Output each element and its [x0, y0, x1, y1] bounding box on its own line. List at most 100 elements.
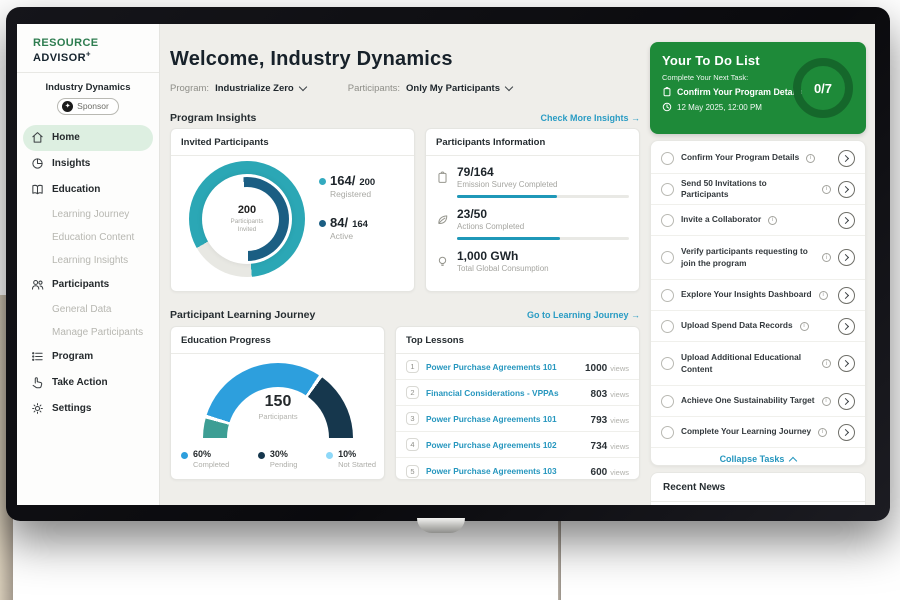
sidebar-item-program[interactable]: Program [17, 344, 159, 370]
app-logo[interactable]: RESOURCE ADVISOR+ [17, 24, 159, 73]
info-icon[interactable]: i [822, 253, 831, 262]
lesson-link[interactable]: Power Purchase Agreements 103 [426, 466, 584, 476]
survey-icon [436, 171, 449, 184]
education-progress-card: Education Progress 150 Participants 60% … [170, 326, 385, 480]
program-dropdown[interactable]: Program: Industrialize Zero [170, 83, 306, 94]
home-icon [31, 131, 44, 144]
progress-fill [457, 237, 560, 240]
info-icon[interactable]: i [806, 154, 815, 163]
sidebar-item-education[interactable]: Education [17, 177, 159, 203]
info-icon[interactable]: i [800, 322, 809, 331]
progress-track [457, 195, 629, 198]
task-open-button[interactable] [838, 181, 855, 198]
org-name: Industry Dynamics [17, 82, 159, 93]
sponsor-icon: ✦ [62, 101, 73, 112]
task-checkbox[interactable] [661, 289, 674, 302]
task-open-button[interactable] [838, 212, 855, 229]
sidebar-item-take-action[interactable]: Take Action [17, 370, 159, 396]
photo-background: RESOURCE ADVISOR+ Industry Dynamics ✦ Sp… [0, 0, 900, 600]
task-row: Verify participants requesting to join t… [651, 236, 865, 280]
task-open-button[interactable] [838, 150, 855, 167]
lesson-link[interactable]: Power Purchase Agreements 101 [426, 362, 578, 372]
sidebar-item-general-data[interactable]: General Data [17, 298, 159, 321]
check-more-insights-link[interactable]: Check More Insights → [540, 113, 640, 123]
task-checkbox[interactable] [661, 183, 674, 196]
lesson-rank: 5 [406, 465, 419, 478]
go-to-learning-journey-link[interactable]: Go to Learning Journey → [527, 310, 640, 320]
logo-word-resource: RESOURCE [33, 37, 99, 49]
task-checkbox[interactable] [661, 152, 674, 165]
task-row: Achieve One Sustainability Target i [651, 386, 865, 417]
task-open-button[interactable] [838, 287, 855, 304]
sidebar-item-home[interactable]: Home [23, 125, 153, 151]
info-row-actions: 23/50 Actions Completed [426, 198, 639, 240]
participants-dropdown[interactable]: Participants: Only My Participants [348, 83, 512, 94]
task-checkbox[interactable] [661, 357, 674, 370]
legend-dot [258, 452, 265, 459]
info-icon[interactable]: i [822, 397, 831, 406]
info-icon[interactable]: i [768, 216, 777, 225]
invited-donut-chart: 200 Participants Invited [189, 161, 305, 277]
info-icon[interactable]: i [822, 359, 831, 368]
sidebar: RESOURCE ADVISOR+ Industry Dynamics ✦ Sp… [17, 24, 160, 505]
top-lessons-card: Top Lessons 1 Power Purchase Agreements … [395, 326, 640, 480]
task-open-button[interactable] [838, 424, 855, 441]
arrow-right-icon: → [631, 113, 640, 123]
lesson-row: 3 Power Purchase Agreements 101 793views [396, 406, 639, 432]
collapse-tasks-link[interactable]: Collapse Tasks [651, 448, 865, 470]
sponsor-badge: ✦ Sponsor [57, 98, 119, 115]
sidebar-item-settings[interactable]: Settings [17, 396, 159, 422]
task-checkbox[interactable] [661, 426, 674, 439]
todo-progress-ring: 0/7 [793, 58, 853, 118]
task-open-button[interactable] [838, 393, 855, 410]
gauge-center-label: Participants [203, 412, 353, 421]
hand-click-icon [31, 376, 44, 389]
task-row: Confirm Your Program Details i [651, 143, 865, 174]
lesson-link[interactable]: Power Purchase Agreements 102 [426, 440, 584, 450]
filter-bar: Program: Industrialize Zero Participants… [170, 83, 512, 94]
lesson-rank: 3 [406, 412, 419, 425]
donut-center-label: Participants Invited [222, 218, 272, 234]
sponsor-label: Sponsor [77, 101, 109, 111]
lesson-link[interactable]: Power Purchase Agreements 101 [426, 414, 584, 424]
sidebar-item-education-content[interactable]: Education Content [17, 226, 159, 249]
lesson-row: 5 Power Purchase Agreements 103 600views [396, 458, 639, 484]
sidebar-item-participants[interactable]: Participants [17, 272, 159, 298]
sidebar-item-manage-participants[interactable]: Manage Participants [17, 321, 159, 344]
info-row-emission-survey: 79/164 Emission Survey Completed [426, 156, 639, 198]
task-row: Upload Additional Educational Content i [651, 342, 865, 386]
info-icon[interactable]: i [819, 291, 828, 300]
sidebar-item-insights[interactable]: Insights [17, 151, 159, 177]
info-icon[interactable]: i [822, 185, 831, 194]
sidebar-item-learning-insights[interactable]: Learning Insights [17, 249, 159, 272]
gauge-legend: 60% Completed 30% Pending 10% Not Starte… [181, 449, 376, 469]
arrow-right-icon: → [631, 310, 640, 320]
book-icon [31, 183, 44, 196]
actions-icon [436, 213, 449, 226]
lesson-link[interactable]: Financial Considerations - VPPAs [426, 388, 584, 398]
recent-news-card: Recent News [650, 472, 866, 505]
progress-fill [457, 195, 557, 198]
task-open-button[interactable] [838, 355, 855, 372]
legend-active: 84/ 164 Active [319, 215, 375, 241]
sidebar-item-learning-journey[interactable]: Learning Journey [17, 203, 159, 226]
task-open-button[interactable] [838, 318, 855, 335]
task-row: Send 50 Invitations to Participants i [651, 174, 865, 205]
recent-news-title: Recent News [651, 473, 865, 502]
task-checkbox[interactable] [661, 395, 674, 408]
legend-dot [181, 452, 188, 459]
logo-word-advisor: ADVISOR+ [33, 52, 91, 64]
info-icon[interactable]: i [818, 428, 827, 437]
monitor-stand [417, 518, 465, 533]
legend-dot [319, 220, 326, 227]
task-checkbox[interactable] [661, 251, 674, 264]
task-checkbox[interactable] [661, 214, 674, 227]
card-title: Top Lessons [396, 327, 639, 354]
lesson-rank: 2 [406, 386, 419, 399]
education-gauge-chart: 150 Participants [203, 363, 353, 439]
task-checkbox[interactable] [661, 320, 674, 333]
task-row: Invite a Collaborator i [651, 205, 865, 236]
gauge-center-value: 150 [203, 393, 353, 411]
task-open-button[interactable] [838, 249, 855, 266]
insights-icon [31, 157, 44, 170]
